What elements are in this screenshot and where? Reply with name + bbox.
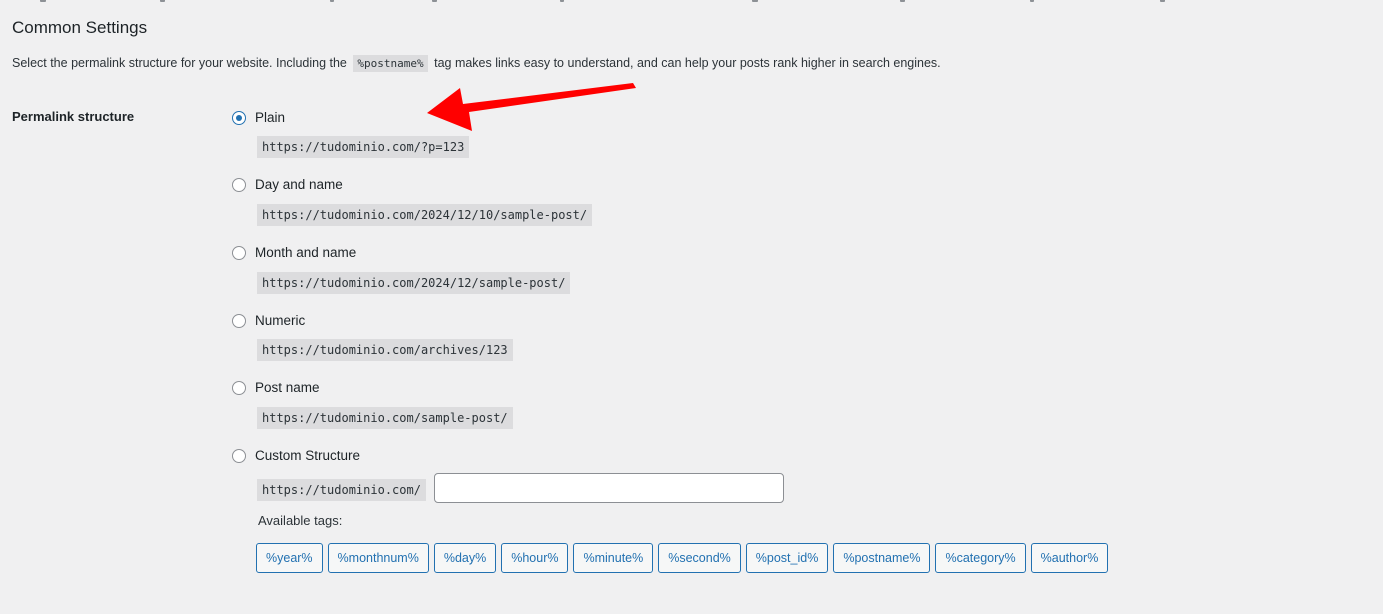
custom-structure-base-url: https://tudominio.com/ <box>257 479 426 501</box>
option-label-plain: Plain <box>255 110 286 125</box>
tag-button-second[interactable]: %second% <box>658 543 741 573</box>
example-url-plain: https://tudominio.com/?p=123 <box>257 136 470 158</box>
section-description: Select the permalink structure for your … <box>12 55 941 72</box>
tag-button-author[interactable]: %author% <box>1030 543 1109 573</box>
radio-option-day-and-name[interactable]: Day and name <box>232 177 343 192</box>
radio-button-numeric[interactable] <box>232 313 246 328</box>
radio-option-month-and-name[interactable]: Month and name <box>232 245 356 260</box>
postname-tag-code: %postname% <box>353 55 428 72</box>
option-label-month-and-name: Month and name <box>255 245 357 260</box>
option-label-post-name: Post name <box>255 380 320 395</box>
radio-button-day-and-name[interactable] <box>232 177 246 192</box>
radio-button-custom-structure[interactable] <box>232 448 246 463</box>
description-text-before: Select the permalink structure for your … <box>12 56 347 70</box>
tag-button-minute[interactable]: %minute% <box>573 543 654 573</box>
permalink-structure-label: Permalink structure <box>12 109 135 124</box>
tag-button-monthnum[interactable]: %monthnum% <box>327 543 429 573</box>
option-label-numeric: Numeric <box>255 313 306 328</box>
tag-button-post-id[interactable]: %post_id% <box>745 543 829 573</box>
radio-option-custom-structure[interactable]: Custom Structure <box>232 448 360 463</box>
available-tags-list: %year% %monthnum% %day% %hour% %minute% … <box>256 543 1109 573</box>
example-url-month-and-name: https://tudominio.com/2024/12/sample-pos… <box>257 272 571 294</box>
tag-button-category[interactable]: %category% <box>935 543 1026 573</box>
radio-button-post-name[interactable] <box>232 380 246 395</box>
tag-button-year[interactable]: %year% <box>256 543 323 573</box>
tag-button-postname[interactable]: %postname% <box>833 543 931 573</box>
example-url-numeric: https://tudominio.com/archives/123 <box>257 339 513 361</box>
radio-button-plain[interactable] <box>232 110 246 125</box>
top-cut-off-text <box>0 0 1383 4</box>
radio-button-month-and-name[interactable] <box>232 245 246 260</box>
option-label-day-and-name: Day and name <box>255 177 343 192</box>
radio-option-plain[interactable]: Plain <box>232 110 285 125</box>
example-url-post-name: https://tudominio.com/sample-post/ <box>257 407 513 429</box>
custom-structure-input[interactable] <box>434 473 784 503</box>
example-url-day-and-name: https://tudominio.com/2024/12/10/sample-… <box>257 204 593 226</box>
section-title: Common Settings <box>12 18 148 37</box>
annotation-arrow-icon <box>427 83 636 131</box>
radio-option-numeric[interactable]: Numeric <box>232 313 305 328</box>
tag-button-day[interactable]: %day% <box>433 543 497 573</box>
radio-option-post-name[interactable]: Post name <box>232 380 320 395</box>
description-text-after: tag makes links easy to understand, and … <box>434 56 941 70</box>
option-label-custom-structure: Custom Structure <box>255 448 361 463</box>
available-tags-label: Available tags: <box>258 513 343 528</box>
tag-button-hour[interactable]: %hour% <box>501 543 569 573</box>
